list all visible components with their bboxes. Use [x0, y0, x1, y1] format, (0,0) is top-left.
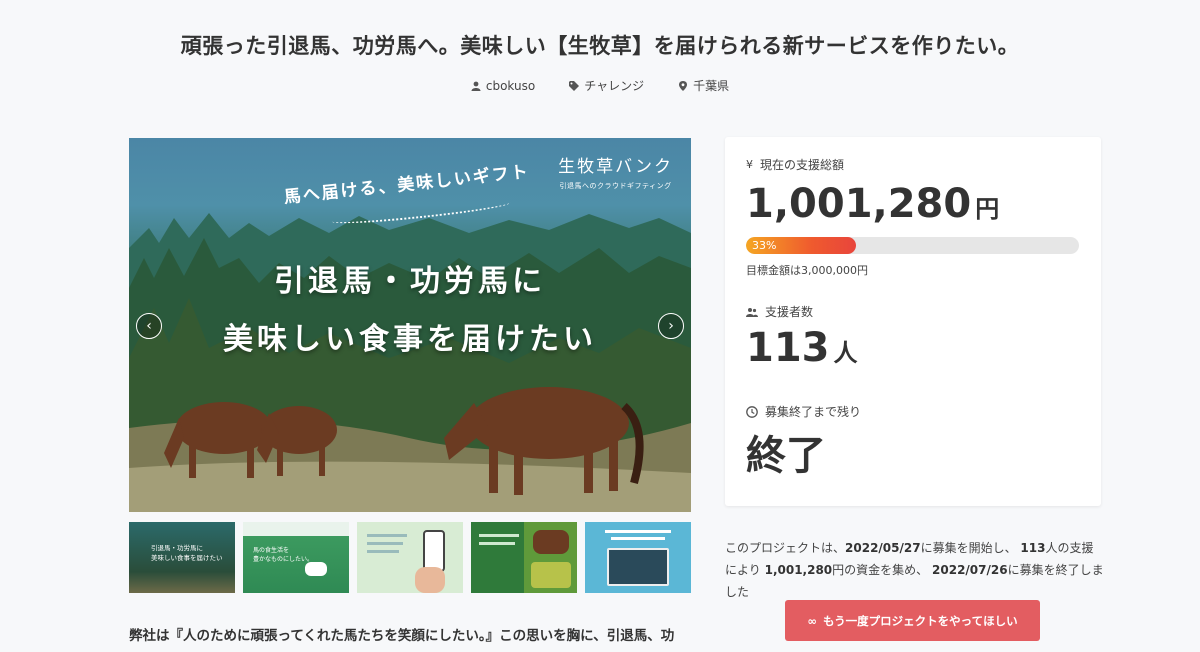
- thumbnail-strip: 引退馬・功労馬に 美味しい食事を届けたい 馬の食生活を 豊かなものにしたい。: [129, 522, 691, 593]
- author-link[interactable]: cbokuso: [471, 77, 535, 94]
- project-summary: このプロジェクトは、2022/05/27に募集を開始し、 113人の支援により …: [725, 537, 1105, 603]
- summary-text: このプロジェクトは、: [725, 541, 846, 555]
- backers-label: 支援者数: [765, 305, 814, 319]
- clock-icon: [746, 405, 758, 418]
- goal-text: 目標金額は3,000,000円: [746, 264, 868, 277]
- brand-name: 生牧草バンク: [558, 157, 673, 177]
- summary-amount: 1,001,280: [764, 563, 833, 577]
- carousel-next-button[interactable]: ›: [658, 313, 684, 339]
- raised-label: 現在の支援総額: [760, 158, 845, 172]
- raised-label-row: ¥ 現在の支援総額: [746, 156, 844, 173]
- backers-unit: 人: [833, 339, 858, 367]
- remaining-value: 終了: [746, 433, 826, 479]
- raised-amount: 1,001,280 円: [746, 181, 999, 227]
- project-meta: cbokuso チャレンジ 千葉県: [0, 77, 1200, 94]
- author-name: cbokuso: [485, 78, 536, 93]
- summary-text: に募集を開始し、: [920, 541, 1017, 555]
- summary-end-date: 2022/07/26: [932, 563, 1008, 577]
- raised-value: 1,001,280: [746, 181, 972, 227]
- thumbnail-3[interactable]: [357, 522, 463, 593]
- thumbnail-2[interactable]: 馬の食生活を 豊かなものにしたい。: [243, 522, 349, 593]
- carousel-prev-button[interactable]: ‹: [136, 313, 162, 339]
- tag-icon: [569, 80, 580, 91]
- map-pin-icon: [679, 80, 688, 91]
- chevron-right-icon: ›: [668, 318, 674, 334]
- hero-carousel[interactable]: 生牧草バンク 引退馬へのクラウドギフティング 馬へ届ける、美味しいギフト 引退馬…: [129, 138, 691, 512]
- category-name: チャレンジ: [584, 79, 645, 93]
- progress-bar-fill: 33%: [746, 237, 856, 254]
- thumbnail-5[interactable]: [585, 522, 691, 593]
- chevron-left-icon: ‹: [146, 318, 152, 334]
- infinity-icon: ∞: [807, 613, 817, 628]
- summary-text: 円の資金を集め、: [832, 563, 929, 577]
- remaining-label-row: 募集終了まで残り: [746, 403, 861, 420]
- project-title: 頑張った引退馬、功労馬へ。美味しい【生牧草】を届けられる新サービスを作りたい。: [180, 34, 1020, 58]
- user-icon: [471, 81, 481, 91]
- hero-headline-2: 美味しい食事を届けたい: [223, 322, 597, 357]
- thumbnail-4[interactable]: [471, 522, 577, 593]
- summary-start-date: 2022/05/27: [845, 541, 921, 555]
- brand-subtitle: 引退馬へのクラウドギフティング: [559, 182, 672, 190]
- yen-icon: ¥: [746, 158, 753, 171]
- raised-unit: 円: [975, 195, 1000, 223]
- backers-label-row: 支援者数: [746, 303, 813, 320]
- category-link[interactable]: チャレンジ: [569, 77, 644, 94]
- thumbnail-text: 美味しい食事を届けたい: [151, 553, 223, 562]
- users-icon: [746, 307, 758, 317]
- thumbnail-text: 引退馬・功労馬に: [151, 544, 203, 552]
- remaining-label: 募集終了まで残り: [765, 405, 862, 419]
- thumbnail-text: 馬の食生活を: [253, 547, 290, 554]
- summary-backers: 113: [1020, 541, 1046, 555]
- location-link[interactable]: 千葉県: [678, 77, 729, 94]
- request-again-label: もう一度プロジェクトをやってほしい: [823, 613, 1018, 628]
- project-lead-text: 弊社は『人のために頑張ってくれた馬たちを笑顔にしたい。』この思いを胸に、引退馬、…: [129, 628, 675, 644]
- progress-bar: 33%: [746, 237, 1079, 254]
- location-name: 千葉県: [693, 79, 730, 93]
- funding-stats-card: ¥ 現在の支援総額 1,001,280 円 33% 目標金額は3,000,000円…: [725, 137, 1101, 506]
- request-again-button[interactable]: ∞ もう一度プロジェクトをやってほしい: [785, 600, 1040, 641]
- hero-headline-1: 引退馬・功労馬に: [274, 264, 546, 299]
- brand-logo: 生牧草バンク 引退馬へのクラウドギフティング: [558, 152, 673, 191]
- backers-value: 113: [746, 325, 830, 371]
- backers-count: 113 人: [746, 325, 858, 371]
- thumbnail-1[interactable]: 引退馬・功労馬に 美味しい食事を届けたい: [129, 522, 235, 593]
- thumbnail-text: 豊かなものにしたい。: [253, 556, 314, 563]
